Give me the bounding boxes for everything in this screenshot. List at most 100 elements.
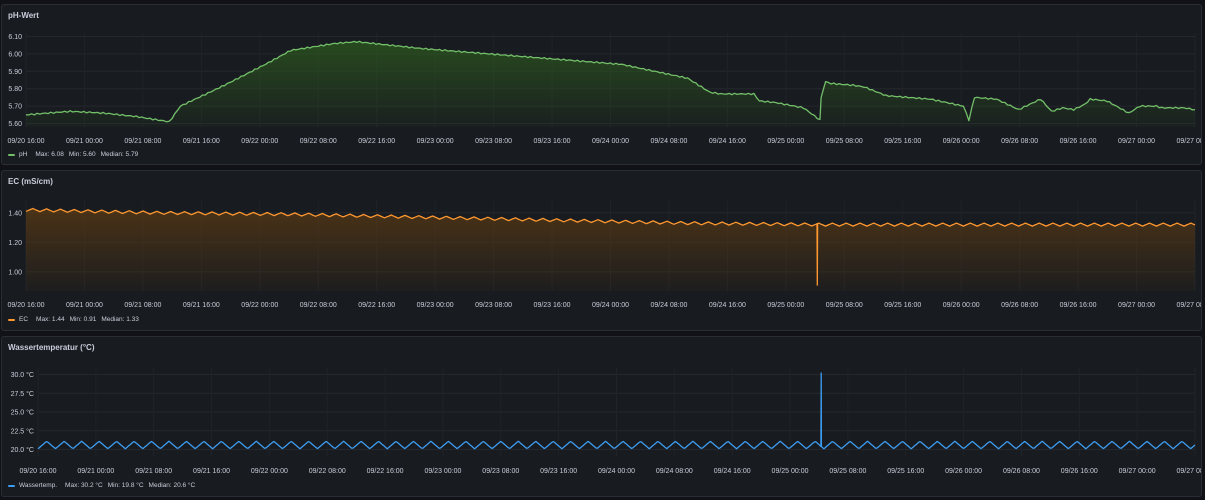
y-tick-label: 5.60 bbox=[8, 121, 22, 128]
legend-max: Max: 1.44 bbox=[36, 316, 65, 323]
y-tick-label: 22.5 °C bbox=[11, 427, 34, 435]
legend-swatch bbox=[8, 153, 15, 156]
x-tick-label: 09/24 08:00 bbox=[650, 302, 687, 309]
x-tick-label: 09/25 08:00 bbox=[826, 302, 863, 309]
y-tick-label: 6.10 bbox=[8, 34, 22, 41]
x-tick-label: 09/25 16:00 bbox=[884, 302, 921, 309]
x-tick-label: 09/23 00:00 bbox=[417, 302, 454, 309]
y-tick-label: 1.20 bbox=[8, 240, 22, 247]
x-tick-label: 09/26 16:00 bbox=[1060, 138, 1097, 145]
y-tick-label: 27.5 °C bbox=[11, 390, 34, 398]
y-tick-label: 5.80 bbox=[8, 86, 22, 93]
legend-median: Median: 20.6 °C bbox=[148, 482, 196, 489]
legend-min: Min: 0.91 bbox=[69, 316, 97, 323]
x-tick-label: 09/22 08:00 bbox=[300, 302, 337, 309]
x-tick-label: 09/25 00:00 bbox=[767, 138, 804, 145]
x-tick-label: 09/21 16:00 bbox=[183, 138, 220, 145]
x-tick-label: 09/26 16:00 bbox=[1061, 468, 1098, 475]
x-tick-label: 09/22 00:00 bbox=[251, 468, 288, 475]
y-tick-label: 25.0 °C bbox=[11, 409, 34, 417]
x-tick-label: 09/21 16:00 bbox=[183, 302, 220, 309]
x-tick-label: 09/21 08:00 bbox=[124, 138, 161, 145]
x-tick-label: 09/24 08:00 bbox=[656, 468, 693, 475]
x-tick-label: 09/22 16:00 bbox=[367, 468, 404, 475]
x-tick-label: 09/24 16:00 bbox=[714, 468, 751, 475]
x-tick-label: 09/20 16:00 bbox=[8, 138, 45, 145]
legend-max: Max: 6.08 bbox=[35, 151, 64, 158]
x-tick-label: 09/21 00:00 bbox=[66, 302, 103, 309]
x-tick-label: 09/21 16:00 bbox=[193, 468, 230, 475]
legend-min: Min: 19.8 °C bbox=[107, 482, 144, 489]
x-tick-label: 09/21 08:00 bbox=[124, 302, 161, 309]
legend-swatch bbox=[8, 318, 15, 321]
chart-wassertemperatur[interactable]: 20.0 °C 22.5 °C 25.0 °C 27.5 °C 30.0 °C 09/20… bbox=[2, 337, 1202, 497]
x-tick-label: 09/25 08:00 bbox=[829, 468, 866, 475]
x-tick-label: 09/27 08:00 bbox=[1177, 468, 1202, 475]
x-tick-label: 09/26 00:00 bbox=[945, 468, 982, 475]
x-tick-label: 09/25 16:00 bbox=[887, 468, 924, 475]
x-tick-label: 09/23 08:00 bbox=[475, 302, 512, 309]
x-tick-label: 09/20 16:00 bbox=[8, 302, 45, 309]
legend-swatch bbox=[8, 484, 15, 487]
y-tick-label: 1.00 bbox=[8, 269, 22, 276]
x-tick-label: 09/23 16:00 bbox=[540, 468, 577, 475]
y-tick-label: 5.70 bbox=[8, 104, 22, 111]
y-tick-label: 1.40 bbox=[8, 210, 22, 217]
x-tick-label: 09/23 16:00 bbox=[534, 138, 571, 145]
x-tick-label: 09/23 08:00 bbox=[475, 138, 512, 145]
x-tick-label: 09/22 00:00 bbox=[241, 138, 278, 145]
x-tick-label: 09/26 08:00 bbox=[1001, 302, 1038, 309]
x-tick-label: 09/21 08:00 bbox=[135, 468, 172, 475]
x-tick-label: 09/26 08:00 bbox=[1001, 138, 1038, 145]
y-tick-label: 20.0 °C bbox=[11, 446, 34, 454]
x-tick-label: 09/23 00:00 bbox=[417, 138, 454, 145]
x-tick-label: 09/23 00:00 bbox=[424, 468, 461, 475]
y-tick-label: 30.0 °C bbox=[11, 371, 34, 379]
x-tick-label: 09/20 16:00 bbox=[20, 468, 57, 475]
legend-max: Max: 30.2 °C bbox=[65, 482, 103, 489]
x-tick-label: 09/24 16:00 bbox=[709, 138, 746, 145]
legend-median: Median: 5.79 bbox=[100, 151, 139, 158]
x-tick-label: 09/24 00:00 bbox=[598, 468, 635, 475]
x-tick-label: 09/22 00:00 bbox=[241, 302, 278, 309]
x-tick-label: 09/22 16:00 bbox=[358, 138, 395, 145]
x-tick-label: 09/27 00:00 bbox=[1118, 302, 1155, 309]
x-tick-label: 09/27 08:00 bbox=[1177, 302, 1202, 309]
x-tick-label: 09/21 00:00 bbox=[77, 468, 114, 475]
y-tick-label: 6.00 bbox=[8, 51, 22, 58]
legend-wassertemperatur: Wassertemp. Max: 30.2 °C Min: 19.8 °C Me… bbox=[8, 482, 200, 489]
x-tick-label: 09/25 08:00 bbox=[826, 138, 863, 145]
x-tick-label: 09/26 16:00 bbox=[1060, 302, 1097, 309]
legend-series-name[interactable]: EC bbox=[19, 316, 28, 323]
x-tick-label: 09/23 08:00 bbox=[482, 468, 519, 475]
panel-ec: EC (mS/cm) 1.00 1.20 1.40 09/20 16:00 09/21 … bbox=[1, 170, 1202, 331]
x-tick-label: 09/22 16:00 bbox=[358, 302, 395, 309]
x-tick-label: 09/24 00:00 bbox=[592, 302, 629, 309]
legend-ec: EC Max: 1.44 Min: 0.91 Median: 1.33 bbox=[8, 316, 144, 323]
x-tick-label: 09/22 08:00 bbox=[309, 468, 346, 475]
chart-ec[interactable]: 1.00 1.20 1.40 09/20 16:00 09/21 00:00 09/21 … bbox=[2, 171, 1202, 331]
legend-min: Min: 5.60 bbox=[68, 151, 96, 158]
x-tick-label: 09/24 08:00 bbox=[650, 138, 687, 145]
chart-ph[interactable]: 5.60 5.70 5.80 5.90 6.00 6.10 09/20 16:00 09/21… bbox=[2, 5, 1202, 165]
legend-series-name[interactable]: Wassertemp. bbox=[19, 482, 57, 489]
x-tick-label: 09/21 00:00 bbox=[66, 138, 103, 145]
panel-ph: pH-Wert 5.60 5.70 5.80 5.90 6.00 6.10 09/20 16… bbox=[1, 4, 1202, 165]
y-tick-label: 5.90 bbox=[8, 69, 22, 76]
x-tick-label: 09/27 08:00 bbox=[1177, 138, 1202, 145]
x-tick-label: 09/25 00:00 bbox=[772, 468, 809, 475]
x-tick-label: 09/26 00:00 bbox=[943, 302, 980, 309]
x-tick-label: 09/25 16:00 bbox=[884, 138, 921, 145]
x-tick-label: 09/24 00:00 bbox=[592, 138, 629, 145]
x-tick-label: 09/24 16:00 bbox=[709, 302, 746, 309]
x-tick-label: 09/25 00:00 bbox=[767, 302, 804, 309]
x-tick-label: 09/27 00:00 bbox=[1119, 468, 1156, 475]
x-tick-label: 09/22 08:00 bbox=[300, 138, 337, 145]
x-tick-label: 09/26 08:00 bbox=[1003, 468, 1040, 475]
legend-median: Median: 1.33 bbox=[101, 316, 139, 323]
x-tick-label: 09/27 00:00 bbox=[1118, 138, 1155, 145]
x-tick-label: 09/23 16:00 bbox=[534, 302, 571, 309]
x-tick-label: 09/26 00:00 bbox=[943, 138, 980, 145]
legend-series-name[interactable]: pH bbox=[19, 151, 27, 158]
panel-wassertemperatur: Wassertemperatur (°C) 20.0 °C 22.5 °C 25.0… bbox=[1, 336, 1202, 497]
